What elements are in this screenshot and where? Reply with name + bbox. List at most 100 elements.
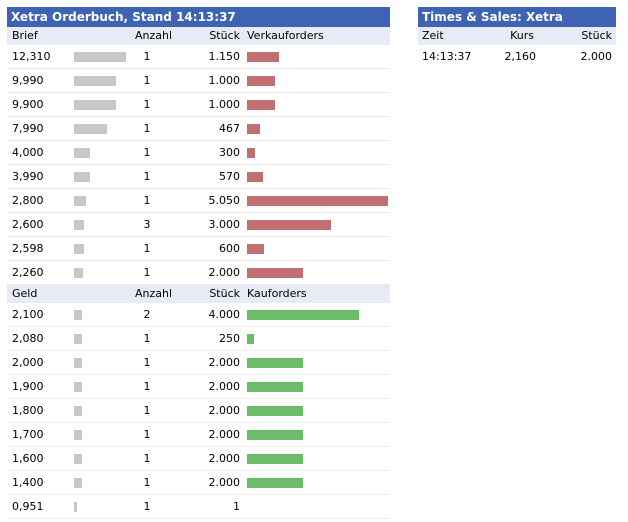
order-qty: 600 — [219, 242, 240, 255]
order-count: 1 — [143, 380, 151, 393]
order-price: 12,310 — [12, 50, 51, 63]
buy-order-row: 2,080 1 250 — [7, 327, 390, 351]
order-count: 1 — [143, 242, 151, 255]
sell-volume-bar — [247, 196, 388, 206]
bid-count-header: Anzahl — [135, 287, 173, 300]
order-count: 1 — [143, 332, 151, 345]
times-sales-panel: Times & Sales: Xetra Zeit Kurs Stück 14:… — [418, 7, 616, 69]
qty-header: Stück — [581, 29, 612, 42]
depth-shade-bar — [74, 244, 84, 254]
order-qty: 1.150 — [208, 50, 241, 63]
order-qty: 2.000 — [208, 266, 241, 279]
order-price: 9,900 — [12, 98, 44, 111]
sell-volume-bar — [247, 100, 275, 110]
bid-rows: 2,100 2 4.000 2,080 1 250 2,000 1 2.000 1,900 1 2.0… — [7, 303, 390, 519]
sell-order-row: 2,800 1 5.050 — [7, 189, 390, 213]
depth-shade-bar — [74, 124, 107, 134]
sell-order-row: 4,000 1 300 — [7, 141, 390, 165]
depth-shade-bar — [74, 382, 82, 392]
order-price: 2,600 — [12, 218, 44, 231]
buy-volume-bar — [247, 454, 303, 464]
order-price: 2,598 — [12, 242, 44, 255]
order-price: 3,990 — [12, 170, 44, 183]
order-price: 7,990 — [12, 122, 44, 135]
depth-shade-bar — [74, 310, 82, 320]
depth-shade-bar — [74, 478, 82, 488]
order-price: 2,080 — [12, 332, 44, 345]
depth-shade-bar — [74, 196, 86, 206]
sell-order-row: 2,600 3 3.000 — [7, 213, 390, 237]
order-qty: 1 — [233, 500, 240, 513]
order-count: 1 — [143, 266, 151, 279]
depth-shade-bar — [74, 406, 82, 416]
order-count: 1 — [143, 500, 151, 513]
buy-order-row: 0,951 1 1 — [7, 495, 390, 519]
trade-row: 14:13:37 2,160 2.000 — [418, 45, 616, 69]
order-count: 1 — [143, 476, 151, 489]
ask-orders-header: Verkauforders — [247, 29, 324, 42]
order-count: 2 — [143, 308, 151, 321]
order-qty: 3.000 — [208, 218, 241, 231]
buy-order-row: 1,400 1 2.000 — [7, 471, 390, 495]
trade-price: 2,160 — [504, 50, 537, 63]
order-price: 1,700 — [12, 428, 44, 441]
sell-order-row: 3,990 1 570 — [7, 165, 390, 189]
order-count: 3 — [143, 218, 151, 231]
buy-order-row: 1,700 1 2.000 — [7, 423, 390, 447]
orderbook-title: Xetra Orderbuch, Stand 14:13:37 — [7, 7, 390, 27]
order-price: 1,900 — [12, 380, 44, 393]
order-price: 2,800 — [12, 194, 44, 207]
sell-volume-bar — [247, 124, 260, 134]
order-count: 1 — [143, 428, 151, 441]
sell-order-row: 2,260 1 2.000 — [7, 261, 390, 285]
buy-volume-bar — [247, 382, 303, 392]
buy-volume-bar — [247, 310, 359, 320]
times-sales-rows: 14:13:37 2,160 2.000 — [418, 45, 616, 69]
order-qty: 4.000 — [208, 308, 241, 321]
order-count: 1 — [143, 404, 151, 417]
order-qty: 300 — [219, 146, 240, 159]
depth-shade-bar — [74, 52, 126, 62]
bid-price-header: Geld — [12, 287, 38, 300]
buy-volume-bar — [247, 334, 254, 344]
order-count: 1 — [143, 122, 151, 135]
order-qty: 1.000 — [208, 98, 241, 111]
time-header: Zeit — [422, 29, 444, 42]
order-qty: 2.000 — [208, 428, 241, 441]
buy-volume-bar — [247, 406, 303, 416]
bid-qty-header: Stück — [209, 287, 240, 300]
depth-shade-bar — [74, 220, 84, 230]
sell-order-row: 7,990 1 467 — [7, 117, 390, 141]
order-price: 0,951 — [12, 500, 44, 513]
order-qty: 2.000 — [208, 404, 241, 417]
depth-shade-bar — [74, 334, 82, 344]
sell-order-row: 9,990 1 1.000 — [7, 69, 390, 93]
buy-order-row: 2,100 2 4.000 — [7, 303, 390, 327]
ask-count-header: Anzahl — [135, 29, 173, 42]
depth-shade-bar — [74, 148, 90, 158]
buy-order-row: 1,900 1 2.000 — [7, 375, 390, 399]
buy-order-row: 1,600 1 2.000 — [7, 447, 390, 471]
order-qty: 1.000 — [208, 74, 241, 87]
sell-order-row: 2,598 1 600 — [7, 237, 390, 261]
times-sales-title: Times & Sales: Xetra — [418, 7, 616, 27]
order-count: 1 — [143, 146, 151, 159]
order-count: 1 — [143, 170, 151, 183]
order-count: 1 — [143, 74, 151, 87]
times-sales-header: Zeit Kurs Stück — [418, 27, 616, 45]
order-qty: 250 — [219, 332, 240, 345]
sell-volume-bar — [247, 172, 263, 182]
orderbook-panel: Xetra Orderbuch, Stand 14:13:37 Brief An… — [7, 7, 390, 519]
ask-header: Brief Anzahl Stück Verkauforders — [7, 27, 390, 45]
order-price: 9,990 — [12, 74, 44, 87]
order-count: 1 — [143, 452, 151, 465]
order-price: 2,100 — [12, 308, 44, 321]
ask-qty-header: Stück — [209, 29, 240, 42]
sell-order-row: 9,900 1 1.000 — [7, 93, 390, 117]
order-qty: 2.000 — [208, 356, 241, 369]
order-count: 1 — [143, 356, 151, 369]
order-qty: 2.000 — [208, 380, 241, 393]
depth-shade-bar — [74, 430, 82, 440]
price-header: Kurs — [510, 29, 534, 42]
order-price: 1,600 — [12, 452, 44, 465]
